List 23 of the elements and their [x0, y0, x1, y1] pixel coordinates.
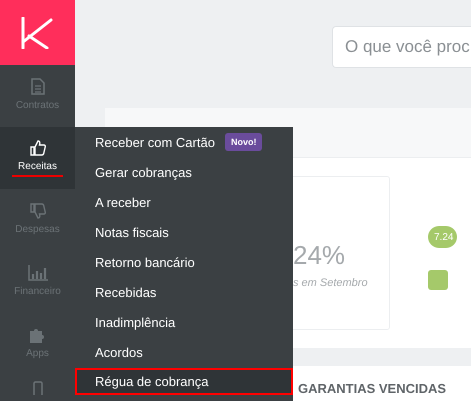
bar-chart-icon	[28, 264, 48, 280]
puzzle-icon	[29, 326, 46, 342]
new-badge: Novo!	[224, 133, 262, 151]
menu-item[interactable]: Notas fiscais	[75, 217, 293, 247]
thumbs-down-icon	[30, 202, 46, 218]
logo-icon[interactable]	[20, 16, 54, 48]
menu-item[interactable]: Inadimplência	[75, 307, 293, 337]
menu-item[interactable]: Recebidas	[75, 277, 293, 307]
section-title: GARANTIAS VENCIDAS	[298, 381, 446, 396]
menu-item[interactable]: Régua de cobrança	[75, 368, 293, 395]
menu-item[interactable]: Acordos	[75, 337, 293, 367]
phone-icon[interactable]	[32, 381, 42, 395]
menu-item[interactable]: Receber com Cartão Novo!	[75, 127, 293, 157]
legend-swatch	[428, 270, 448, 290]
stat-value: 24%	[293, 240, 346, 270]
document-icon	[30, 78, 44, 95]
thumbs-up-icon	[30, 140, 46, 156]
stat-caption: s em Setembro	[293, 276, 369, 288]
menu-item[interactable]: A receber	[75, 187, 293, 217]
percent-pill: 7.24	[428, 226, 458, 248]
sidebar-item[interactable]: Receitas	[0, 127, 75, 189]
menu-item[interactable]: Retorno bancário	[75, 247, 293, 277]
menu-item[interactable]: Gerar cobranças	[75, 157, 293, 187]
